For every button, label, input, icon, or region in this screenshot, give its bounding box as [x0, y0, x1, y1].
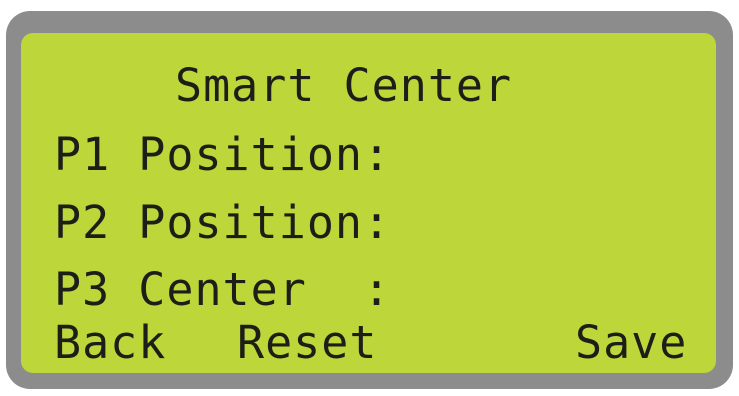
lcd-screen: Smart Center P1 Position: P2 Position: P… [21, 33, 716, 373]
p1-position-row: P1 Position: [54, 128, 392, 181]
p2-position-row: P2 Position: [54, 196, 392, 249]
screen-title: Smart Center [175, 59, 513, 112]
save-softkey[interactable]: Save [575, 318, 687, 368]
back-softkey[interactable]: Back [54, 318, 166, 368]
p3-center-row: P3 Center : [54, 263, 392, 316]
reset-softkey[interactable]: Reset [237, 318, 377, 368]
